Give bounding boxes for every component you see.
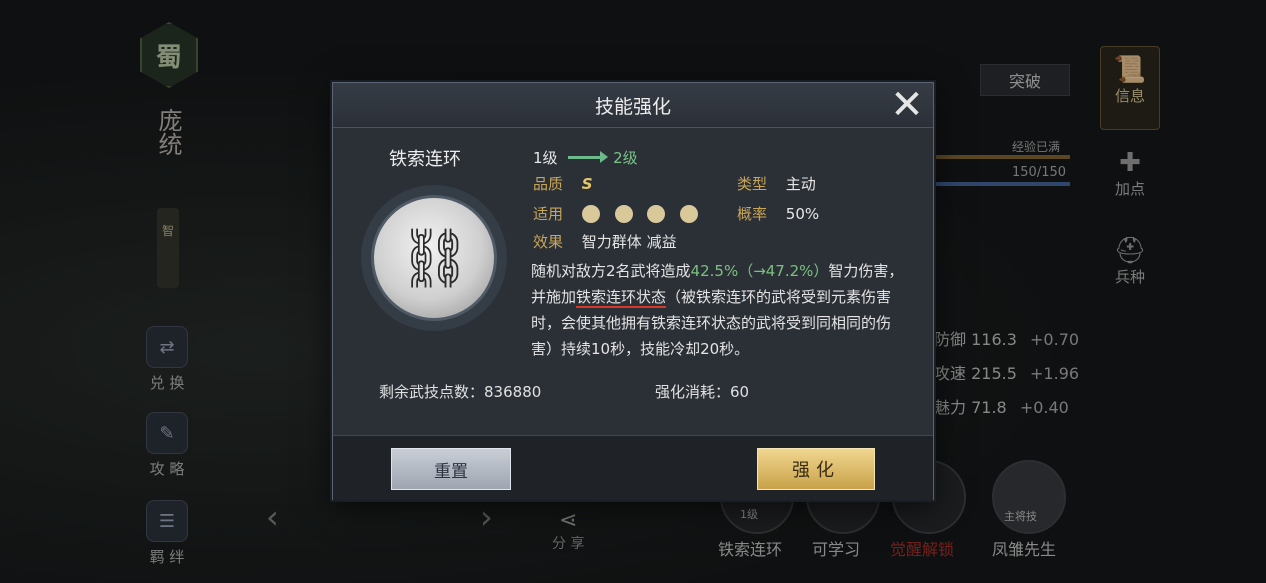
reset-button[interactable]: 重置 [391, 448, 511, 490]
level-change: 1级 2级 [533, 147, 638, 168]
effect-value: 智力群体 减益 [581, 233, 677, 251]
effect-label: 效果 [533, 233, 564, 251]
dialog-title: 技能强化 [594, 95, 671, 118]
remaining-label: 剩余武技点数： [379, 383, 485, 401]
cost-value: 60 [730, 383, 750, 401]
effect-row: 效果 智力群体 减益 [533, 231, 677, 252]
chain-icon: ⛓ [398, 224, 472, 292]
remaining-value: 836880 [484, 383, 542, 401]
desc-text: 随机对敌方2名武将造成 [531, 262, 691, 280]
type-value: 主动 [785, 175, 816, 193]
bow-icon [614, 204, 633, 223]
rate-row: 概率 50% [737, 203, 819, 224]
quality-value: S [581, 175, 593, 193]
level-to: 2级 [613, 149, 638, 167]
close-icon[interactable]: ✕ [887, 85, 927, 125]
applicable-label: 适用 [533, 205, 564, 223]
dialog-header: 技能强化 [333, 83, 933, 128]
spear-icon [647, 204, 666, 223]
quality-row: 品质 S [533, 173, 593, 194]
skill-enhance-dialog: 技能强化 ✕ 铁索连环 ⛓ 1级 2级 品质 S 类型 主动 适用 概率 50%… [332, 82, 934, 500]
skill-name: 铁索连环 [389, 149, 461, 170]
rate-value: 50% [785, 205, 820, 223]
level-from: 1级 [533, 149, 558, 167]
horse-icon [680, 204, 699, 223]
desc-status-link: 铁索连环状态 [576, 288, 667, 308]
type-row: 类型 主动 [737, 173, 816, 194]
desc-damage-value: 42.5%（→47.2%） [690, 262, 829, 280]
arrow-right-icon [568, 151, 609, 163]
dialog-footer: 重置 强化 [333, 435, 933, 500]
type-label: 类型 [737, 175, 768, 193]
rate-label: 概率 [737, 205, 768, 223]
applicable-row: 适用 [533, 203, 708, 224]
skill-emblem: ⛓ [371, 195, 497, 321]
enhance-cost: 强化消耗：60 [655, 381, 749, 402]
quality-label: 品质 [533, 175, 564, 193]
enhance-button[interactable]: 强化 [757, 448, 875, 490]
cost-label: 强化消耗： [655, 383, 731, 401]
skill-description: 随机对敌方2名武将造成42.5%（→47.2%）智力伤害，并施加铁索连环状态（被… [531, 258, 911, 362]
remaining-points: 剩余武技点数：836880 [379, 381, 541, 402]
shield-icon [581, 204, 600, 223]
